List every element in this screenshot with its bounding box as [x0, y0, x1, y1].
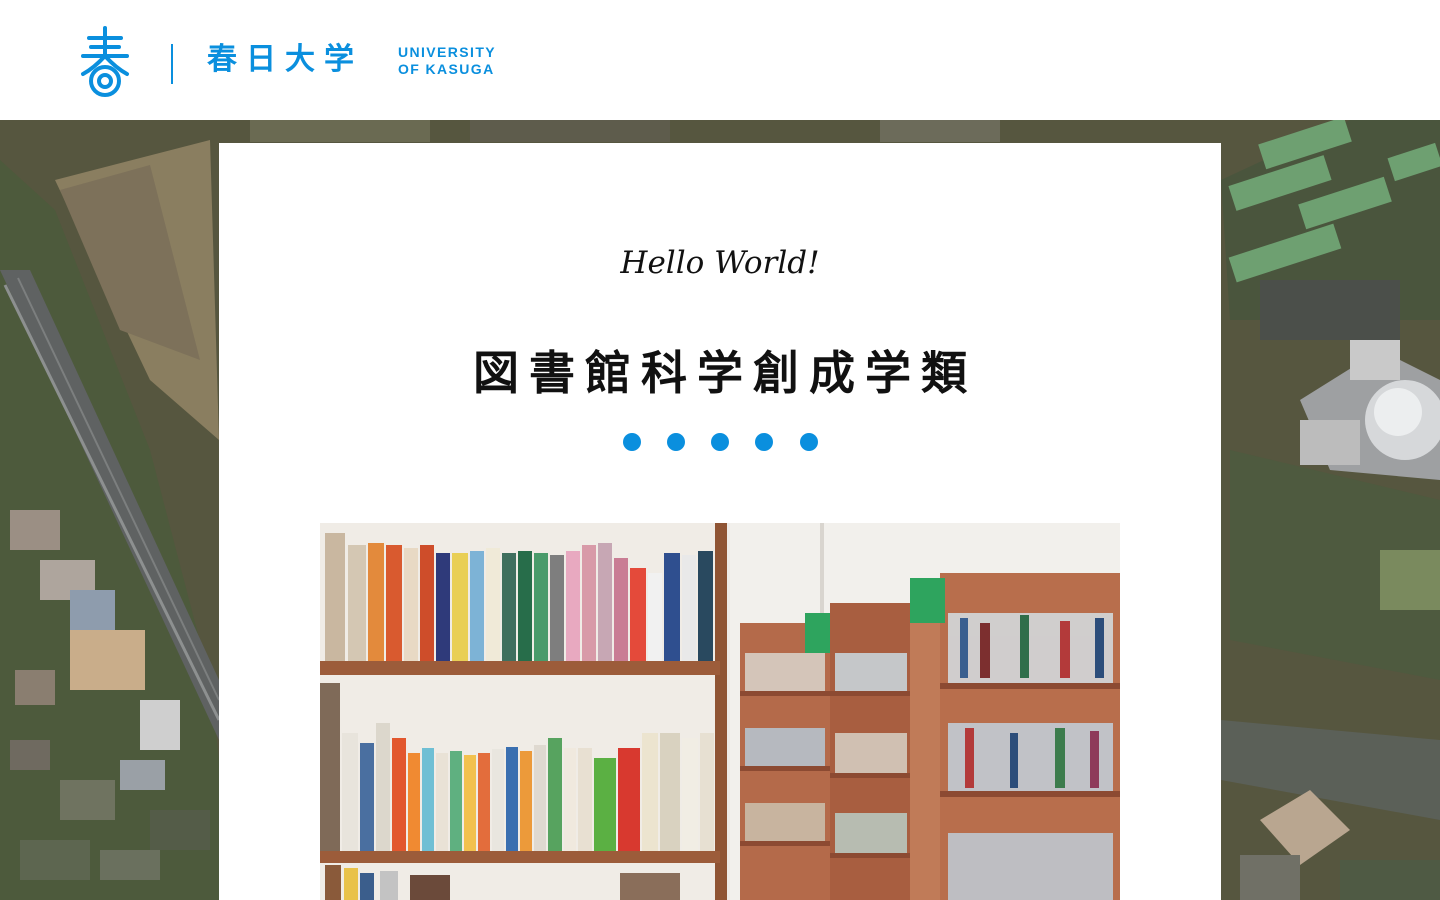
dot-5: [800, 433, 818, 451]
site-header: 春日大学 UNIVERSITY OF KASUGA: [0, 0, 1440, 120]
dot-2: [667, 433, 685, 451]
hello-world-tagline: Hello World!: [620, 245, 820, 281]
dot-3: [711, 433, 729, 451]
library-bookshelf-photo: [320, 523, 1120, 900]
dot-1: [623, 433, 641, 451]
logo-english-name: UNIVERSITY OF KASUGA: [398, 44, 496, 78]
logo-english-line2: OF KASUGA: [398, 61, 495, 77]
dot-4: [755, 433, 773, 451]
bookshelf-image: [320, 523, 1120, 900]
kasuga-logo-icon: [80, 26, 130, 98]
page-title: 図書館科学創成学類: [473, 346, 977, 400]
logo-japanese-name: 春日大学: [207, 42, 363, 77]
logo-divider: [171, 44, 173, 84]
home-logo-link[interactable]: 春日大学 UNIVERSITY OF KASUGA: [80, 26, 510, 98]
logo-english-line1: UNIVERSITY: [398, 44, 497, 60]
decorative-dots: [620, 433, 820, 453]
